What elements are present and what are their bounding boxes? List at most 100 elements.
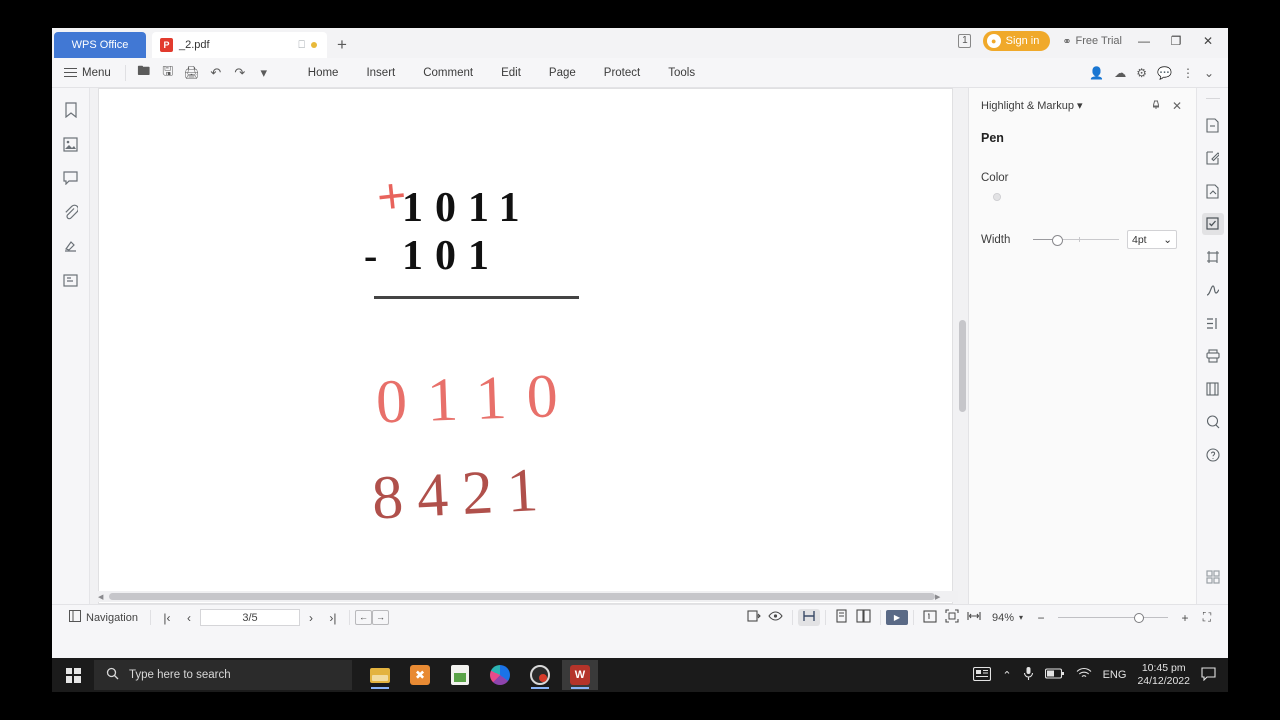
customize-toolbar-icon[interactable]: ▾ [252, 65, 276, 81]
page-number-input[interactable]: 3/5 [199, 609, 300, 626]
present-icon[interactable]: ⎕ [298, 39, 305, 52]
markup-icon[interactable] [1201, 213, 1224, 235]
horizontal-scrollbar[interactable]: ◀ ▶ [98, 591, 958, 602]
edit-text-icon[interactable] [1202, 147, 1224, 169]
tab-edit[interactable]: Edit [487, 67, 535, 79]
pdf-page[interactable]: + 1011 -101 0110 8421 [98, 88, 953, 604]
free-trial-button[interactable]: ⚭ Free Trial [1062, 35, 1122, 48]
thumbnail-icon[interactable] [61, 134, 81, 154]
clock[interactable]: 10:45 pm 24/12/2022 [1137, 662, 1190, 688]
close-button[interactable]: ✕ [1198, 34, 1218, 48]
sign-in-button[interactable]: ● Sign in [982, 31, 1051, 51]
split-icon[interactable] [1202, 378, 1224, 400]
form-icon[interactable] [61, 270, 81, 290]
document-tab[interactable]: P _2.pdf ⎕ [152, 32, 327, 58]
redo-icon[interactable]: ↷ [228, 65, 252, 81]
ocr-icon[interactable] [1202, 411, 1224, 433]
comment-icon[interactable] [61, 168, 81, 188]
chevron-up-icon[interactable]: ⌃ [1002, 669, 1011, 682]
fullscreen-button[interactable]: ⛶ [1196, 610, 1218, 625]
start-button[interactable] [52, 667, 94, 683]
color-swatch-green[interactable] [1020, 194, 1026, 200]
tab-page[interactable]: Page [535, 67, 590, 79]
prev-page-button[interactable]: ‹ [178, 611, 200, 625]
collapse-ribbon-icon[interactable]: ⌄ [1204, 66, 1214, 80]
tab-home[interactable]: Home [294, 67, 353, 79]
feedback-icon[interactable]: 💬 [1157, 66, 1172, 80]
zoom-in-button[interactable]: + [1174, 611, 1196, 625]
fit-page-icon[interactable] [941, 609, 963, 626]
notification-icon[interactable] [1201, 666, 1216, 684]
zoom-level[interactable]: 94% ▾ [985, 612, 1030, 624]
panel-title[interactable]: Highlight & Markup ▾ [981, 99, 1140, 112]
scroll-left-icon[interactable]: ◀ [98, 593, 103, 601]
zoom-slider-knob[interactable] [1134, 612, 1144, 623]
compare-icon[interactable] [1202, 312, 1224, 334]
go-forward-button[interactable]: → [371, 610, 389, 625]
taskbar-chrome[interactable] [482, 660, 518, 690]
horizontal-scroll-thumb[interactable] [109, 593, 935, 600]
undo-icon[interactable]: ↶ [204, 65, 228, 81]
scroll-mode-icon[interactable] [797, 609, 820, 626]
minimize-button[interactable]: — [1134, 34, 1154, 48]
color-swatch-dark-red[interactable] [993, 193, 1001, 201]
microphone-icon[interactable] [1023, 666, 1034, 684]
chevron-down-icon[interactable]: ▾ [1077, 100, 1083, 112]
first-page-button[interactable]: |‹ [156, 611, 178, 625]
scroll-right-icon[interactable]: ▶ [935, 593, 940, 601]
battery-icon[interactable] [1044, 668, 1065, 682]
settings-icon[interactable]: ⚙ [1136, 66, 1147, 80]
tab-protect[interactable]: Protect [590, 67, 654, 79]
crop-icon[interactable] [1202, 246, 1224, 268]
document-viewer[interactable]: + 1011 -101 0110 8421 ◀ ▶ [90, 88, 968, 604]
taskbar-xmind[interactable]: ✖ [402, 660, 438, 690]
color-swatch-red[interactable] [981, 194, 987, 200]
color-swatch-black[interactable] [1007, 194, 1013, 200]
width-select[interactable]: 4pt ⌄ [1127, 230, 1177, 249]
wifi-icon[interactable] [1076, 667, 1092, 683]
zoom-slider[interactable] [1058, 611, 1168, 625]
close-panel-icon[interactable]: ✕ [1172, 99, 1182, 113]
new-tab-button[interactable]: + [327, 32, 357, 58]
next-page-button[interactable]: › [300, 611, 322, 625]
help-icon[interactable] [1202, 444, 1224, 466]
open-icon[interactable]: 🖿 [132, 62, 156, 84]
apps-grid-icon[interactable] [1202, 566, 1224, 588]
tab-insert[interactable]: Insert [352, 67, 409, 79]
color-swatch-purple[interactable] [1046, 194, 1052, 200]
facing-page-icon[interactable] [853, 609, 875, 626]
attachment-icon[interactable] [61, 202, 81, 222]
tab-comment[interactable]: Comment [409, 67, 487, 79]
color-swatch-more[interactable] [1059, 194, 1065, 200]
upload-cloud-icon[interactable]: ☁ [1114, 66, 1126, 80]
fit-icon[interactable] [743, 609, 765, 626]
page-convert-icon[interactable] [1202, 180, 1224, 202]
vertical-scrollbar[interactable] [959, 320, 966, 412]
width-slider[interactable] [1033, 233, 1119, 247]
save-icon[interactable]: 🖫 [156, 62, 180, 84]
color-swatch-blue[interactable] [1033, 194, 1039, 200]
zoom-out-button[interactable]: − [1030, 611, 1052, 625]
search-input[interactable]: Type here to search [129, 669, 231, 681]
taskbar-file-explorer[interactable] [362, 660, 398, 690]
bookmark-icon[interactable] [61, 100, 81, 120]
print-icon[interactable]: 🖨 [180, 65, 204, 81]
actual-size-icon[interactable] [919, 609, 941, 626]
share-user-icon[interactable]: 👤 [1089, 66, 1104, 80]
taskbar-search[interactable]: Type here to search [94, 660, 352, 690]
signature-icon[interactable] [1202, 279, 1224, 301]
menu-button[interactable]: Menu [62, 65, 119, 80]
taskbar-wps-office[interactable]: W [562, 660, 598, 690]
go-back-button[interactable]: ← [354, 610, 372, 625]
taskbar-obs[interactable] [522, 660, 558, 690]
page-extract-icon[interactable] [1202, 114, 1224, 136]
stamp-icon[interactable] [61, 236, 81, 256]
width-slider-knob[interactable] [1052, 234, 1063, 246]
news-icon[interactable] [973, 666, 992, 684]
language-indicator[interactable]: ENG [1103, 669, 1127, 681]
presentation-button[interactable]: ▶ [885, 610, 908, 625]
print-icon[interactable] [1202, 345, 1224, 367]
eye-icon[interactable] [765, 610, 787, 625]
wps-home-tab[interactable]: WPS Office [54, 32, 146, 58]
navigation-button[interactable]: Navigation [62, 610, 145, 625]
